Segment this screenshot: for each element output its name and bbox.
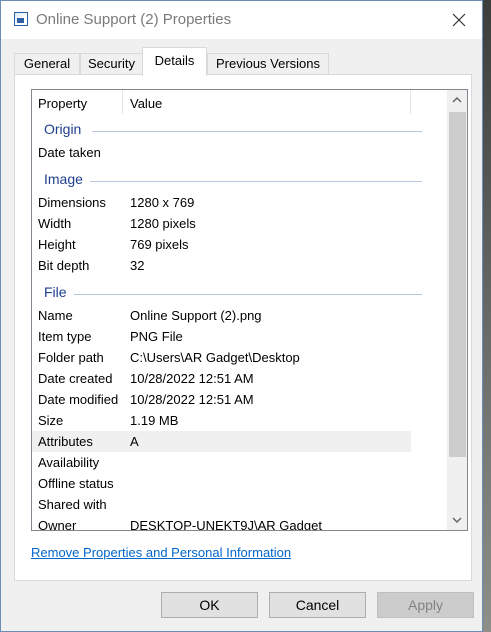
property-row[interactable]: Date created 10/28/2022 12:51 AM xyxy=(32,368,436,389)
tab-previous-versions[interactable]: Previous Versions xyxy=(207,53,329,74)
details-panel: Property Value Origin Date taken Image D… xyxy=(14,74,472,581)
close-button[interactable] xyxy=(446,7,472,33)
properties-list[interactable]: Property Value Origin Date taken Image D… xyxy=(31,89,468,531)
property-row[interactable]: Folder path C:\Users\AR Gadget\Desktop xyxy=(32,347,436,368)
tab-details[interactable]: Details xyxy=(142,47,207,76)
tab-security[interactable]: Security xyxy=(80,53,143,74)
group-origin: Origin xyxy=(32,120,436,140)
group-divider-line xyxy=(74,294,422,295)
property-row[interactable]: Bit depth 32 xyxy=(32,255,436,276)
property-name: Height xyxy=(38,237,76,252)
column-header-property[interactable]: Property xyxy=(38,96,87,111)
tab-general[interactable]: General xyxy=(14,53,80,74)
column-header: Property Value xyxy=(32,90,436,116)
column-header-value[interactable]: Value xyxy=(130,96,162,111)
group-label-file: File xyxy=(44,284,71,300)
property-value: DESKTOP-UNEKT9J\AR Gadget xyxy=(130,518,322,530)
group-file: File xyxy=(32,283,436,303)
property-row[interactable]: Owner DESKTOP-UNEKT9J\AR Gadget xyxy=(32,515,436,530)
scroll-up-arrow-icon xyxy=(452,97,462,103)
title-bar: Online Support (2) Properties xyxy=(1,1,482,39)
column-divider[interactable] xyxy=(410,90,411,114)
property-name: Availability xyxy=(38,455,100,470)
property-row[interactable]: Date taken xyxy=(32,142,436,163)
property-name: Shared with xyxy=(38,497,107,512)
property-value: 1.19 MB xyxy=(130,413,179,428)
group-label-origin: Origin xyxy=(44,121,86,137)
property-row[interactable]: Width 1280 pixels xyxy=(32,213,436,234)
property-name: Item type xyxy=(38,329,92,344)
property-row[interactable]: Item type PNG File xyxy=(32,326,436,347)
property-name: Offline status xyxy=(38,476,114,491)
property-row[interactable]: Height 769 pixels xyxy=(32,234,436,255)
vertical-scrollbar[interactable] xyxy=(447,90,467,530)
scroll-thumb[interactable] xyxy=(449,112,466,457)
group-divider-line xyxy=(92,131,422,132)
property-name: Name xyxy=(38,308,73,323)
property-value: C:\Users\AR Gadget\Desktop xyxy=(130,350,300,365)
property-row[interactable]: Offline status xyxy=(32,473,436,494)
properties-dialog: Online Support (2) Properties General Se… xyxy=(0,0,483,632)
property-name: Date modified xyxy=(38,392,119,407)
property-value: 10/28/2022 12:51 AM xyxy=(130,392,254,407)
property-row[interactable]: Availability xyxy=(32,452,436,473)
property-name: Date taken xyxy=(38,145,101,160)
property-row[interactable]: Size 1.19 MB xyxy=(32,410,436,431)
property-value: 769 pixels xyxy=(130,237,189,252)
property-name: Folder path xyxy=(38,350,104,365)
property-value: 1280 pixels xyxy=(130,216,196,231)
property-value: A xyxy=(130,434,139,449)
window-title: Online Support (2) Properties xyxy=(36,11,232,28)
group-image: Image xyxy=(32,170,436,190)
property-name: Date created xyxy=(38,371,113,386)
property-name: Owner xyxy=(38,518,77,530)
ok-button[interactable]: OK xyxy=(161,592,258,618)
property-value: PNG File xyxy=(130,329,183,344)
property-name: Bit depth xyxy=(38,258,90,273)
property-name: Dimensions xyxy=(38,195,106,210)
property-value: 1280 x 769 xyxy=(130,195,195,210)
properties-list-content: Property Value Origin Date taken Image D… xyxy=(32,90,436,530)
property-name: Width xyxy=(38,216,72,231)
image-file-icon xyxy=(14,12,28,26)
property-row[interactable]: Name Online Support (2).png xyxy=(32,305,436,326)
property-name: Attributes xyxy=(38,434,93,449)
remove-properties-link[interactable]: Remove Properties and Personal Informati… xyxy=(31,545,291,560)
property-row-selected[interactable]: Attributes A xyxy=(32,431,411,452)
property-name: Size xyxy=(38,413,64,428)
scroll-down-arrow-icon xyxy=(452,517,462,523)
column-divider[interactable] xyxy=(122,90,123,114)
scroll-down-button[interactable] xyxy=(447,510,467,530)
apply-button[interactable]: Apply xyxy=(377,592,474,618)
property-value: 32 xyxy=(130,258,145,273)
group-divider-line xyxy=(90,181,422,182)
group-label-image: Image xyxy=(44,171,87,187)
property-row[interactable]: Dimensions 1280 x 769 xyxy=(32,192,436,213)
property-row[interactable]: Date modified 10/28/2022 12:51 AM xyxy=(32,389,436,410)
property-value: 10/28/2022 12:51 AM xyxy=(130,371,254,386)
property-value: Online Support (2).png xyxy=(130,308,262,323)
scroll-up-button[interactable] xyxy=(447,90,467,110)
close-icon xyxy=(452,13,466,27)
cancel-button[interactable]: Cancel xyxy=(269,592,366,618)
property-row[interactable]: Shared with xyxy=(32,494,436,515)
